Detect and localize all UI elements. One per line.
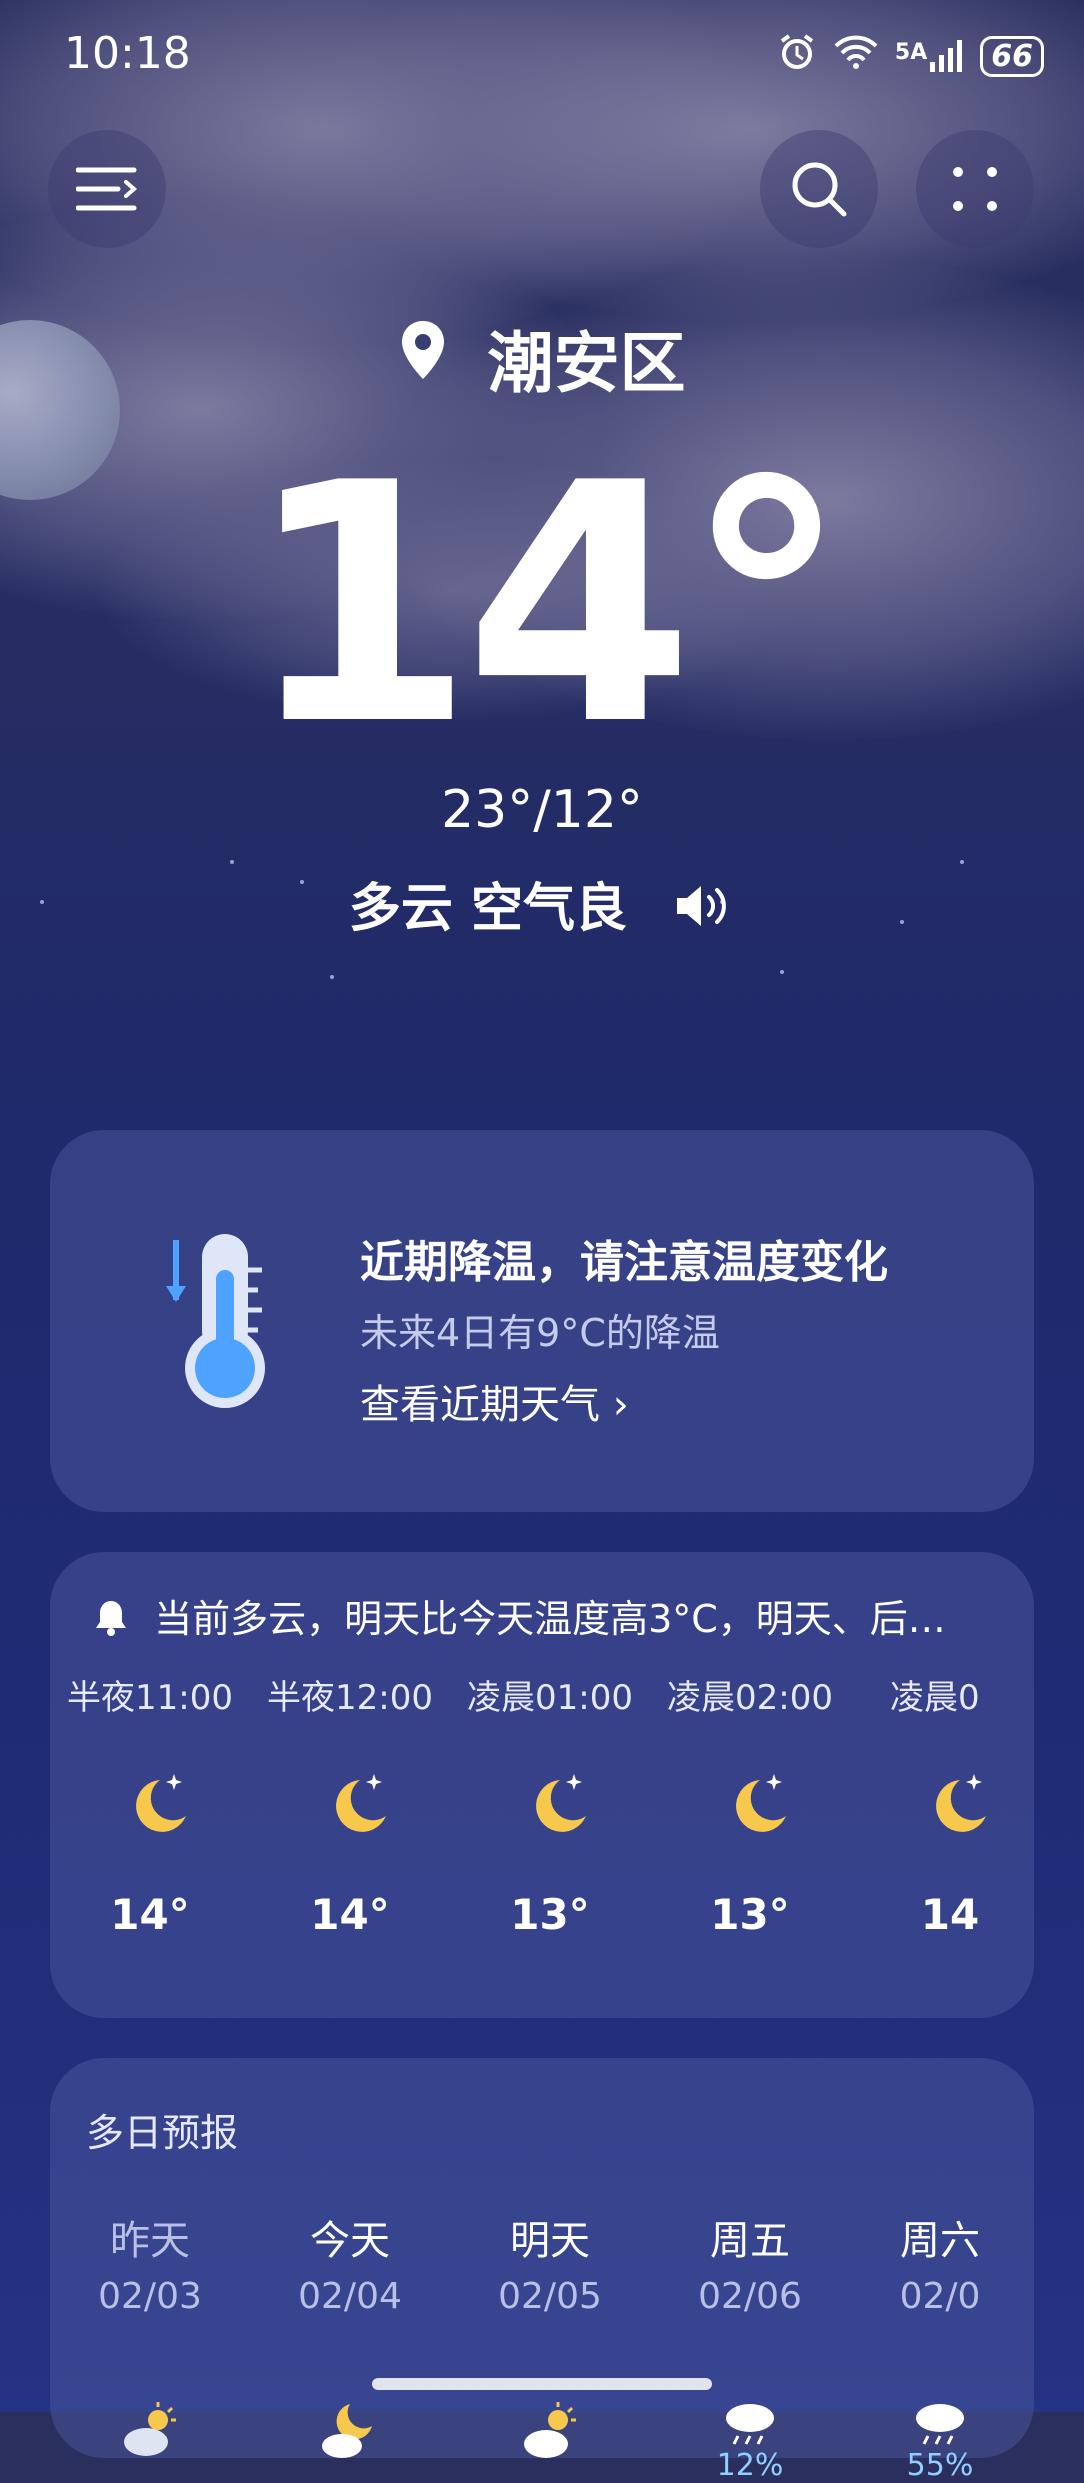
alert-subtitle: 未来4日有9°C的降温 <box>360 1311 720 1355</box>
location-pin-icon <box>399 320 470 397</box>
hour-temp: 13° <box>510 1890 590 1939</box>
menu-icon <box>76 167 138 211</box>
rain-cloud-icon <box>910 2400 970 2454</box>
condition-row: 多云 空气良 <box>0 866 1084 942</box>
hour-time: 凌晨02:00 <box>667 1678 833 1718</box>
day-item[interactable]: 昨天 02/03 <box>50 2208 250 2456</box>
search-button[interactable] <box>760 130 878 248</box>
hourly-scroll[interactable]: 半夜11:00 14° 半夜12:00 14° 凌晨01:00 13° 凌晨02… <box>50 1670 1034 2000</box>
day-name: 周六 <box>900 2218 980 2264</box>
moon-star-icon <box>322 1770 392 1844</box>
wifi-icon <box>833 34 879 78</box>
day-item[interactable]: 周六 02/0 55% <box>840 2208 1040 2483</box>
precipitation-chance: 55% <box>906 2448 974 2483</box>
moon-star-icon <box>922 1770 992 1844</box>
menu-button[interactable] <box>48 130 166 248</box>
day-date: 02/0 <box>899 2276 981 2317</box>
more-dots-icon <box>953 167 997 211</box>
daily-forecast-card: 多日预报 昨天 02/03 今天 02/04 明天 02/05 周五 02/06… <box>50 2058 1034 2483</box>
daily-forecast-title: 多日预报 <box>86 2111 239 2155</box>
day-name: 周五 <box>710 2218 790 2264</box>
location-title[interactable]: 潮安区 <box>0 310 1084 406</box>
sun-cloud-icon <box>520 2400 580 2464</box>
hourly-summary: 当前多云，明天比今天温度高3°C，明天、后… <box>94 1588 1014 1645</box>
hourly-forecast-card: 当前多云，明天比今天温度高3°C，明天、后… 半夜11:00 14° 半夜12:… <box>50 1552 1034 2018</box>
search-icon <box>792 162 847 217</box>
day-date: 02/03 <box>98 2276 202 2317</box>
day-name: 今天 <box>310 2218 390 2264</box>
location-name: 潮安区 <box>487 325 686 402</box>
moon-star-icon <box>522 1770 592 1844</box>
home-indicator[interactable] <box>372 2378 712 2390</box>
moon-cloud-icon <box>320 2400 380 2464</box>
hour-time: 凌晨0 <box>890 1678 980 1718</box>
hour-temp: 13° <box>710 1890 790 1939</box>
battery-icon: 66 <box>980 35 1044 77</box>
day-item[interactable]: 周五 02/06 12% <box>650 2208 850 2483</box>
alarm-icon <box>777 32 817 80</box>
thermometer-icon <box>160 1230 270 1414</box>
condition-text: 多云 空气良 <box>348 879 627 939</box>
day-date: 02/06 <box>698 2276 802 2317</box>
status-time: 10:18 <box>64 28 191 79</box>
day-date: 02/05 <box>498 2276 602 2317</box>
rain-cloud-icon <box>720 2400 780 2454</box>
moon-star-icon <box>122 1770 192 1844</box>
temperature-alert-card[interactable]: 近期降温，请注意温度变化 未来4日有9°C的降温 查看近期天气 › <box>50 1130 1034 1512</box>
status-bar: 10:18 5A 66 <box>64 28 1044 84</box>
hour-temp: 14° <box>310 1890 390 1939</box>
more-options-button[interactable] <box>916 130 1034 248</box>
network-label: 5A <box>894 40 928 65</box>
hour-temp: 14 <box>920 1890 980 1939</box>
hour-time: 半夜11:00 <box>67 1678 233 1718</box>
alert-title: 近期降温，请注意温度变化 <box>360 1237 888 1288</box>
day-date: 02/04 <box>298 2276 402 2317</box>
day-item[interactable]: 今天 02/04 <box>250 2208 450 2458</box>
temperature-range: 23°/12° <box>441 780 643 840</box>
hourly-message: 当前多云，明天比今天温度高3°C，明天、后… <box>154 1597 946 1641</box>
sun-cloud-icon <box>120 2400 180 2464</box>
current-temperature: 14° <box>244 413 849 797</box>
moon-star-icon <box>722 1770 792 1844</box>
day-name: 明天 <box>510 2218 590 2264</box>
hour-time: 半夜12:00 <box>267 1678 433 1718</box>
speaker-icon[interactable] <box>675 882 735 942</box>
signal-icon: 5A <box>895 40 964 72</box>
hour-temp: 14° <box>110 1890 190 1939</box>
hour-time: 凌晨01:00 <box>467 1678 633 1718</box>
day-item[interactable]: 明天 02/05 <box>450 2208 650 2458</box>
bell-icon <box>94 1601 140 1645</box>
precipitation-chance: 12% <box>716 2448 784 2483</box>
day-name: 昨天 <box>110 2218 190 2264</box>
view-recent-weather-link[interactable]: 查看近期天气 › <box>360 1372 629 1430</box>
